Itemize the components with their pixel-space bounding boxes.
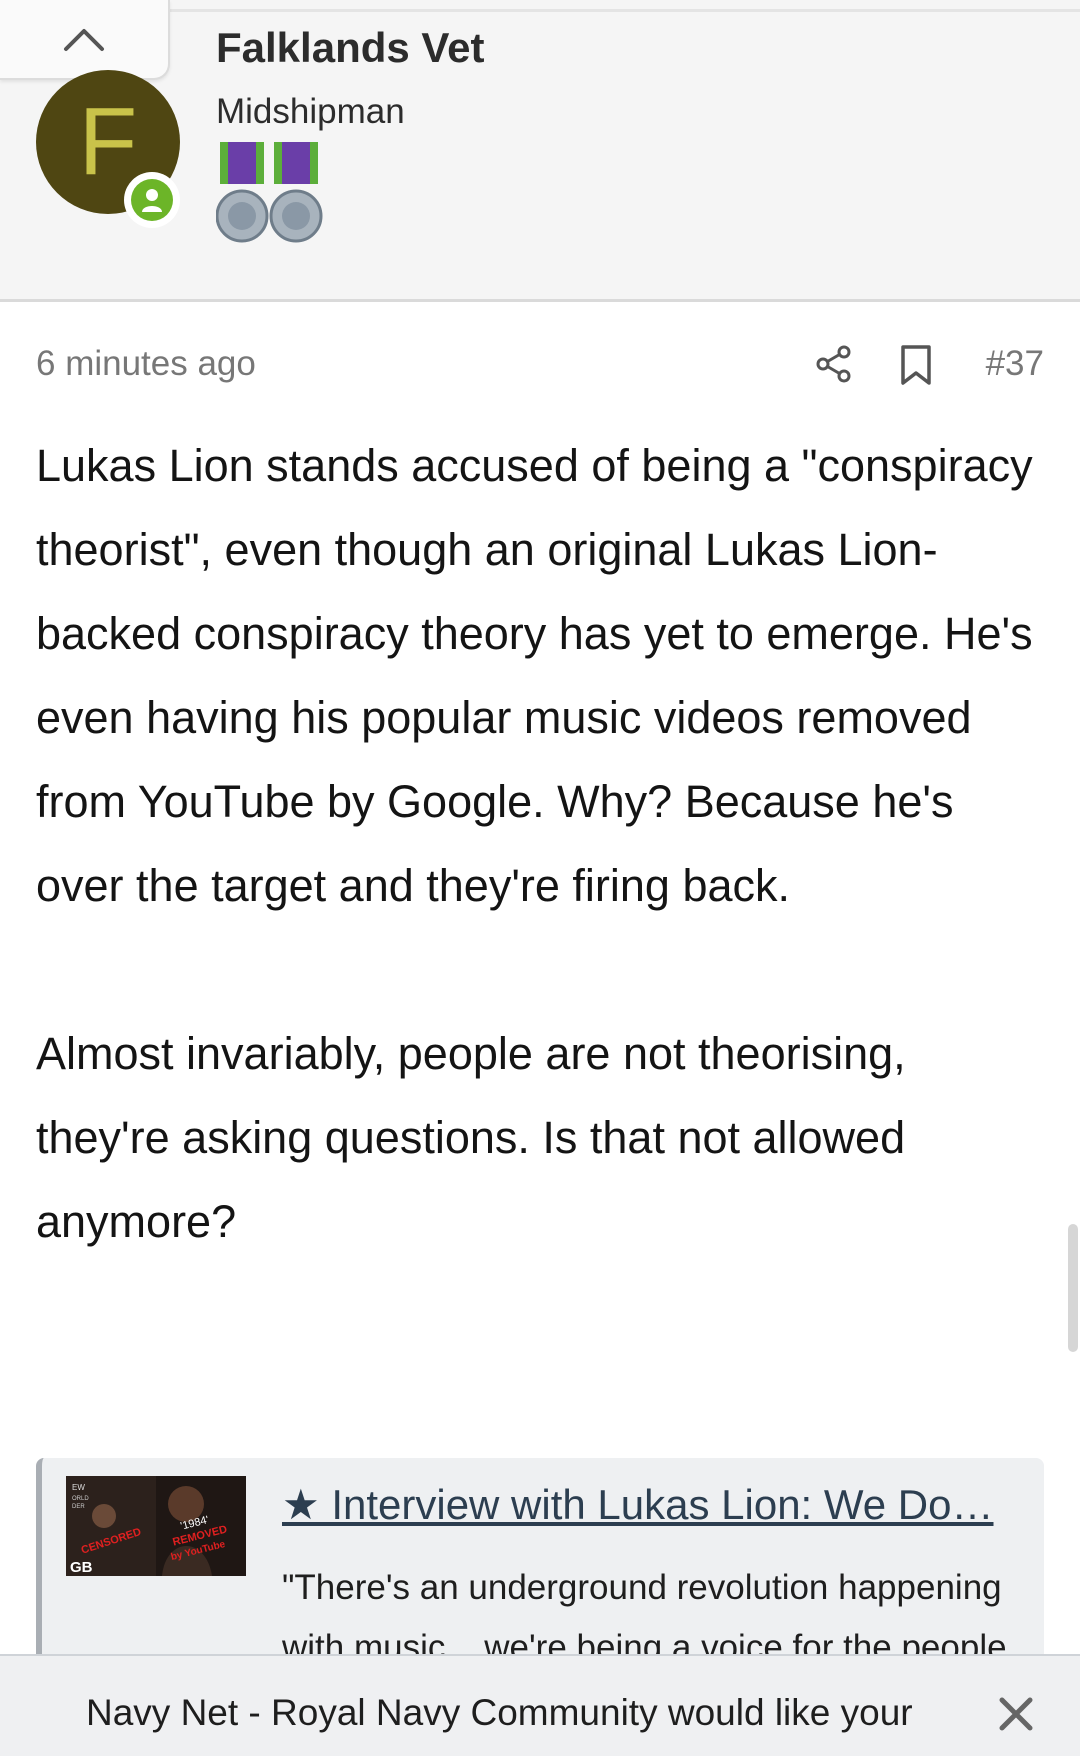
- close-icon[interactable]: [994, 1692, 1038, 1736]
- user-header: F Falklands Vet Midshipman: [0, 0, 1080, 302]
- link-title[interactable]: ★ Interview with Lukas Lion: We Do…: [282, 1480, 1022, 1529]
- post-paragraph: Lukas Lion stands accused of being a "co…: [36, 440, 1033, 911]
- user-icon: [142, 189, 162, 212]
- username[interactable]: Falklands Vet: [216, 24, 484, 72]
- collapse-button[interactable]: [0, 0, 170, 80]
- scrollbar-thumb[interactable]: [1068, 1224, 1078, 1352]
- post-paragraph: Almost invariably, people are not theori…: [36, 1028, 906, 1247]
- post-body: Lukas Lion stands accused of being a "co…: [36, 424, 1046, 1264]
- post-number[interactable]: #37: [986, 344, 1044, 384]
- consent-text: Navy Net - Royal Navy Community would li…: [86, 1692, 913, 1733]
- video-thumbnail[interactable]: EW ORLD DER CENSORED '1984' REMOVED by Y…: [66, 1476, 246, 1576]
- svg-text:DER: DER: [72, 1504, 85, 1510]
- header-divider: [170, 9, 1080, 12]
- share-icon[interactable]: [814, 344, 854, 384]
- medals-icon: [216, 142, 323, 243]
- svg-text:ORLD: ORLD: [72, 1496, 89, 1502]
- post-time[interactable]: 6 minutes ago: [36, 344, 256, 384]
- avatar-letter: F: [78, 88, 138, 195]
- svg-text:EW: EW: [72, 1483, 85, 1492]
- online-status-badge: [124, 172, 180, 228]
- user-rank: Midshipman: [216, 92, 405, 131]
- bookmark-icon[interactable]: [898, 344, 934, 386]
- consent-banner: Navy Net - Royal Navy Community would li…: [0, 1654, 1080, 1756]
- thumb-channel-text: GB: [70, 1559, 93, 1576]
- chevron-up-icon: [64, 29, 104, 51]
